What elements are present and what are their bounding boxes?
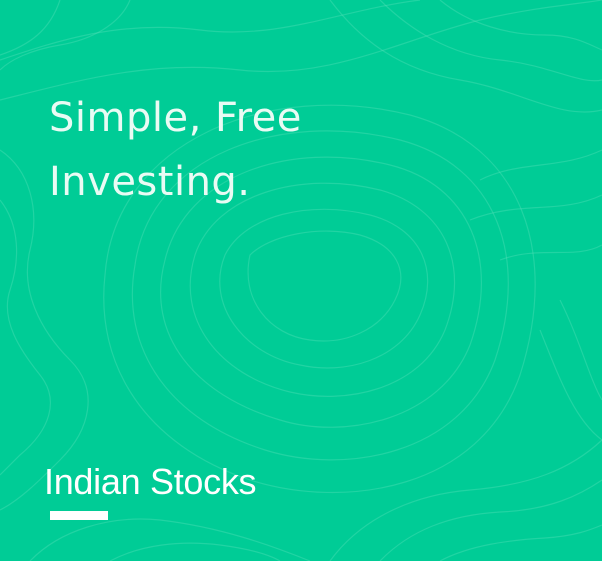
headline-line-1: Simple, Free <box>49 95 302 141</box>
category-underline <box>50 511 108 520</box>
headline-line-2: Investing. <box>49 159 251 205</box>
category-label: Indian Stocks <box>44 461 257 502</box>
promo-banner[interactable]: Simple, Free Investing. Indian Stocks <box>0 0 602 561</box>
headline: Simple, Free Investing. <box>49 86 302 214</box>
